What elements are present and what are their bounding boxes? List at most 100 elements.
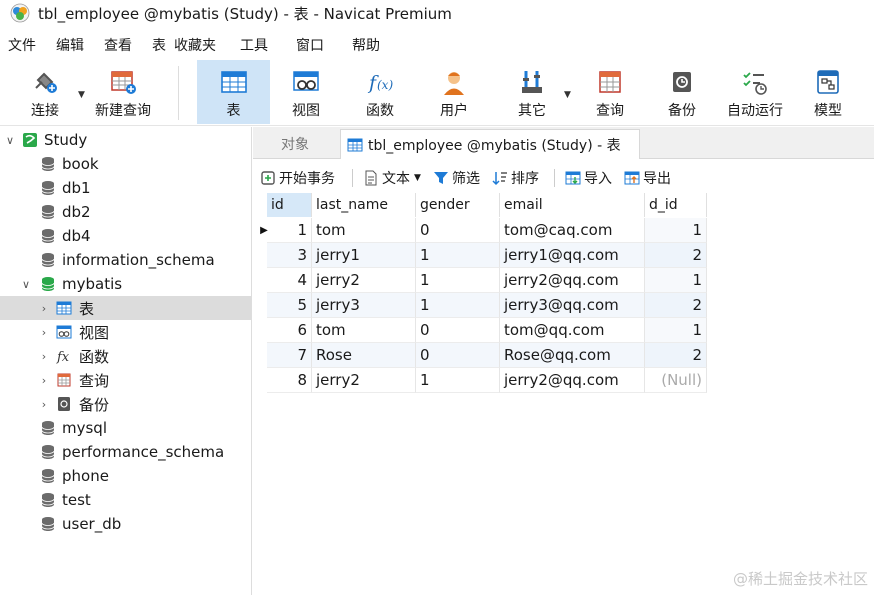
- cell-email[interactable]: tom@caq.com: [500, 218, 645, 243]
- tree-node-functions[interactable]: › fx 函数: [0, 344, 251, 368]
- cell-id[interactable]: 7: [267, 343, 312, 368]
- column-header-last-name[interactable]: last_name: [312, 193, 416, 217]
- cell-email[interactable]: jerry2@qq.com: [500, 268, 645, 293]
- chevron-right-icon[interactable]: ›: [38, 326, 50, 339]
- tree-node-backups[interactable]: › 备份: [0, 392, 251, 416]
- tree-connection-study[interactable]: ∨ Study: [0, 128, 251, 152]
- cell-last-name[interactable]: jerry2: [312, 368, 416, 393]
- query-button[interactable]: 查询: [582, 60, 638, 124]
- menu-view[interactable]: 查看: [94, 35, 142, 55]
- table-row[interactable]: 8 jerry2 1 jerry2@qq.com (Null): [257, 368, 707, 393]
- begin-transaction-button[interactable]: 开始事务: [260, 167, 335, 189]
- cell-gender[interactable]: 1: [416, 268, 500, 293]
- column-header-email[interactable]: email: [500, 193, 645, 217]
- filter-button[interactable]: 筛选: [433, 167, 480, 189]
- column-header-id[interactable]: id: [267, 193, 312, 217]
- menu-help[interactable]: 帮助: [342, 35, 390, 55]
- other-button[interactable]: 其它: [504, 60, 560, 124]
- tree-db-phone[interactable]: phone: [0, 464, 251, 488]
- cell-id[interactable]: 5: [267, 293, 312, 318]
- cell-gender[interactable]: 0: [416, 218, 500, 243]
- tree-db-db1[interactable]: db1: [0, 176, 251, 200]
- tab-tbl-employee[interactable]: tbl_employee @mybatis (Study) - 表: [340, 129, 640, 159]
- cell-gender[interactable]: 0: [416, 343, 500, 368]
- tree-db-test[interactable]: test: [0, 488, 251, 512]
- cell-last-name[interactable]: jerry1: [312, 243, 416, 268]
- cell-gender[interactable]: 0: [416, 318, 500, 343]
- chevron-right-icon[interactable]: ›: [38, 398, 50, 411]
- other-dropdown-icon[interactable]: ▼: [564, 90, 571, 100]
- cell-d-id[interactable]: 2: [645, 243, 707, 268]
- cell-last-name[interactable]: jerry2: [312, 268, 416, 293]
- text-view-button[interactable]: 文本 ▼: [363, 167, 421, 189]
- cell-id[interactable]: 6: [267, 318, 312, 343]
- tree-node-views[interactable]: › 视图: [0, 320, 251, 344]
- menu-tools[interactable]: 工具: [230, 35, 286, 55]
- cell-d-id[interactable]: 2: [645, 343, 707, 368]
- cell-email[interactable]: jerry2@qq.com: [500, 368, 645, 393]
- menu-window[interactable]: 窗口: [286, 35, 342, 55]
- tree-db-mybatis[interactable]: ∨ mybatis: [0, 272, 251, 296]
- connect-dropdown-icon[interactable]: ▼: [78, 90, 85, 100]
- tree-db-db4[interactable]: db4: [0, 224, 251, 248]
- tree-db-performance-schema[interactable]: performance_schema: [0, 440, 251, 464]
- cell-last-name[interactable]: jerry3: [312, 293, 416, 318]
- table-row[interactable]: 5 jerry3 1 jerry3@qq.com 2: [257, 293, 707, 318]
- view-button[interactable]: 视图: [278, 60, 334, 124]
- tree-db-mysql[interactable]: mysql: [0, 416, 251, 440]
- column-header-d-id[interactable]: d_id: [645, 193, 707, 217]
- chevron-right-icon[interactable]: ›: [38, 374, 50, 387]
- cell-last-name[interactable]: tom: [312, 218, 416, 243]
- cell-d-id[interactable]: 1: [645, 268, 707, 293]
- function-button[interactable]: f (x) 函数: [352, 60, 408, 124]
- table-button[interactable]: 表: [197, 60, 270, 124]
- table-row[interactable]: 6 tom 0 tom@qq.com 1: [257, 318, 707, 343]
- cell-gender[interactable]: 1: [416, 243, 500, 268]
- chevron-right-icon[interactable]: ›: [38, 350, 50, 363]
- tree-node-tables[interactable]: › 表: [0, 296, 251, 320]
- tree-db-user-db[interactable]: user_db: [0, 512, 251, 536]
- tree-db-db2[interactable]: db2: [0, 200, 251, 224]
- column-header-gender[interactable]: gender: [416, 193, 500, 217]
- cell-email[interactable]: tom@qq.com: [500, 318, 645, 343]
- sort-button[interactable]: 排序: [492, 167, 539, 189]
- chevron-right-icon[interactable]: ›: [38, 302, 50, 315]
- cell-email[interactable]: jerry1@qq.com: [500, 243, 645, 268]
- cell-d-id[interactable]: (Null): [645, 368, 707, 393]
- cell-email[interactable]: Rose@qq.com: [500, 343, 645, 368]
- chevron-down-icon[interactable]: ∨: [4, 134, 16, 147]
- cell-gender[interactable]: 1: [416, 368, 500, 393]
- autorun-button[interactable]: 自动运行: [722, 60, 788, 124]
- menu-favorites[interactable]: 收藏夹: [170, 35, 230, 55]
- cell-id[interactable]: 1: [267, 218, 312, 243]
- import-button[interactable]: 导入: [565, 167, 612, 189]
- table-row[interactable]: ▶ 1 tom 0 tom@caq.com 1: [257, 218, 707, 243]
- export-button[interactable]: 导出: [624, 167, 671, 189]
- user-button[interactable]: 用户: [426, 60, 482, 124]
- tree-node-queries[interactable]: › 查询: [0, 368, 251, 392]
- cell-last-name[interactable]: tom: [312, 318, 416, 343]
- cell-d-id[interactable]: 1: [645, 218, 707, 243]
- model-button[interactable]: 模型: [800, 60, 856, 124]
- cell-id[interactable]: 8: [267, 368, 312, 393]
- table-row[interactable]: 3 jerry1 1 jerry1@qq.com 2: [257, 243, 707, 268]
- tab-objects[interactable]: 对象: [281, 129, 309, 159]
- menu-file[interactable]: 文件: [0, 35, 46, 55]
- cell-d-id[interactable]: 1: [645, 318, 707, 343]
- connect-button[interactable]: 连接: [20, 60, 70, 124]
- cell-gender[interactable]: 1: [416, 293, 500, 318]
- tree-db-information-schema[interactable]: information_schema: [0, 248, 251, 272]
- caret-down-icon[interactable]: ▼: [414, 173, 421, 183]
- cell-email[interactable]: jerry3@qq.com: [500, 293, 645, 318]
- cell-last-name[interactable]: Rose: [312, 343, 416, 368]
- backup-button[interactable]: 备份: [654, 60, 710, 124]
- cell-id[interactable]: 3: [267, 243, 312, 268]
- cell-id[interactable]: 4: [267, 268, 312, 293]
- menu-table[interactable]: 表: [142, 35, 170, 55]
- cell-d-id[interactable]: 2: [645, 293, 707, 318]
- table-row[interactable]: 7 Rose 0 Rose@qq.com 2: [257, 343, 707, 368]
- new-query-button[interactable]: 新建查询: [90, 60, 156, 124]
- tree-db-book[interactable]: book: [0, 152, 251, 176]
- table-row[interactable]: 4 jerry2 1 jerry2@qq.com 1: [257, 268, 707, 293]
- menu-edit[interactable]: 编辑: [46, 35, 94, 55]
